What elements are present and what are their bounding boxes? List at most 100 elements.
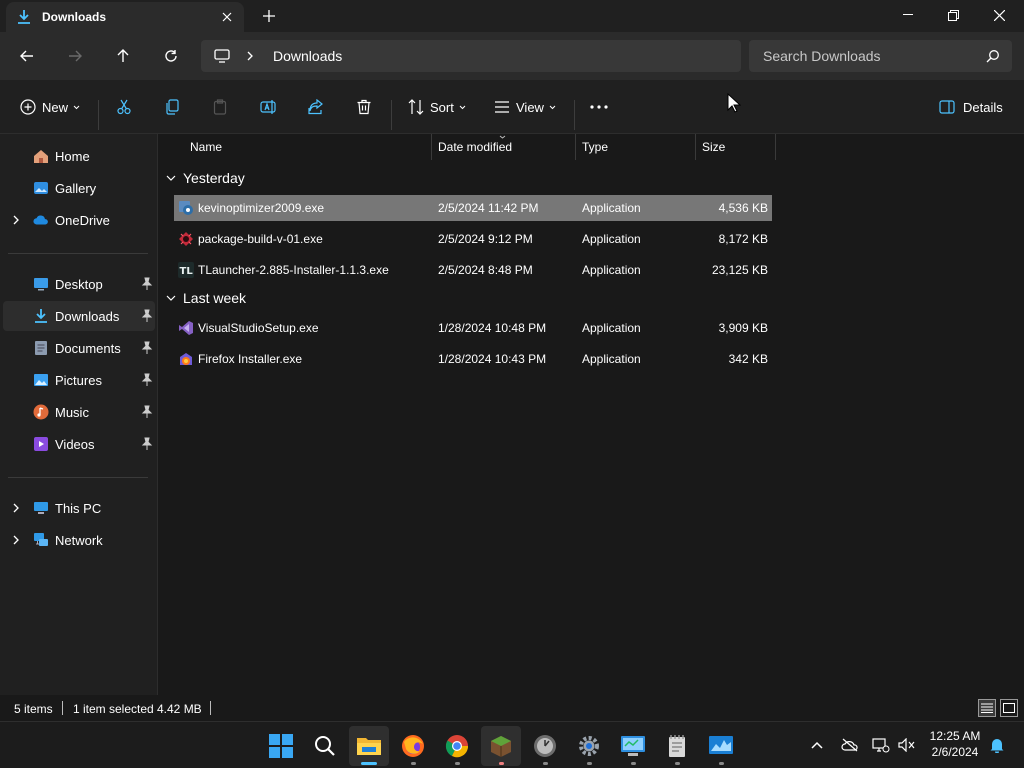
chevron-right-icon[interactable] <box>11 502 21 514</box>
mouse-cursor-icon <box>727 93 741 113</box>
taskbar-file-explorer[interactable] <box>349 726 389 766</box>
windows-logo-icon <box>269 734 293 758</box>
tray-onedrive[interactable] <box>839 734 861 756</box>
running-indicator <box>631 762 636 765</box>
sidebar-item-documents[interactable]: Documents <box>3 333 155 363</box>
notifications-button[interactable] <box>986 734 1008 756</box>
divider <box>391 100 392 130</box>
pictures-icon <box>33 372 49 388</box>
chevron-right-icon[interactable] <box>11 214 21 226</box>
more-options-button[interactable] <box>590 94 608 120</box>
delete-button[interactable] <box>356 94 372 120</box>
details-view-toggle[interactable] <box>978 699 996 717</box>
column-divider[interactable] <box>431 134 432 160</box>
table-row[interactable]: VisualStudioSetup.exe 1/28/2024 10:48 PM… <box>174 315 772 341</box>
table-row[interactable]: TL TLauncher-2.885-Installer-1.1.3.exe 2… <box>174 257 772 283</box>
taskbar-chrome[interactable] <box>437 726 477 766</box>
back-button[interactable] <box>13 44 41 68</box>
table-row[interactable]: package-build-v-01.exe 2/5/2024 9:12 PM … <box>174 226 772 252</box>
sidebar-item-network[interactable]: Network <box>3 525 155 555</box>
view-button[interactable]: View <box>494 94 556 120</box>
chevron-up-icon <box>811 741 823 749</box>
sidebar-item-downloads[interactable]: Downloads <box>3 301 155 331</box>
taskbar-control-panel[interactable] <box>613 726 653 766</box>
sidebar-item-label: Pictures <box>55 373 102 388</box>
new-button[interactable]: New <box>20 94 80 120</box>
share-button[interactable] <box>308 94 324 120</box>
system-clock[interactable]: 12:25 AM 2/6/2024 <box>920 728 990 760</box>
videos-icon <box>33 436 49 452</box>
forward-button[interactable] <box>61 44 89 68</box>
taskbar-resource-monitor[interactable] <box>701 726 741 766</box>
column-header-size[interactable]: Size <box>702 134 725 160</box>
up-button[interactable] <box>109 44 137 68</box>
refresh-button[interactable] <box>157 44 185 68</box>
downloads-icon <box>16 9 32 25</box>
search-input[interactable]: Search Downloads <box>763 48 881 64</box>
active-indicator <box>361 762 377 765</box>
column-header-name[interactable]: Name <box>190 134 222 160</box>
start-button[interactable] <box>261 726 301 766</box>
svg-text:TL: TL <box>180 266 194 277</box>
gallery-icon <box>33 180 49 196</box>
sidebar-item-desktop[interactable]: Desktop <box>3 269 155 299</box>
installer-gear-icon <box>179 201 193 215</box>
tray-network[interactable] <box>870 734 892 756</box>
rename-icon <box>260 100 276 114</box>
sidebar-item-this-pc[interactable]: This PC <box>3 493 155 523</box>
tab-downloads[interactable]: Downloads <box>6 2 244 32</box>
taskbar-clock-app[interactable] <box>525 726 565 766</box>
sidebar-item-music[interactable]: Music <box>3 397 155 427</box>
pin-icon[interactable] <box>141 437 153 451</box>
cut-button[interactable] <box>116 94 132 120</box>
close-tab-icon[interactable] <box>218 8 236 26</box>
table-row[interactable]: kevinoptimizer2009.exe 2/5/2024 11:42 PM… <box>174 195 772 221</box>
column-divider[interactable] <box>575 134 576 160</box>
sidebar-item-onedrive[interactable]: OneDrive <box>3 205 155 235</box>
sidebar-item-pictures[interactable]: Pictures <box>3 365 155 395</box>
taskbar-search-button[interactable] <box>305 726 345 766</box>
pin-icon[interactable] <box>141 341 153 355</box>
pin-icon[interactable] <box>141 373 153 387</box>
pin-icon[interactable] <box>141 405 153 419</box>
details-label: Details <box>963 99 1003 115</box>
running-indicator <box>455 762 460 765</box>
close-window-button[interactable] <box>976 0 1022 30</box>
sort-button[interactable]: Sort <box>408 94 466 120</box>
search-icon[interactable] <box>986 49 1000 63</box>
breadcrumb-downloads[interactable]: Downloads <box>273 48 342 64</box>
chevron-down-icon <box>459 105 466 109</box>
pin-icon[interactable] <box>141 309 153 323</box>
taskbar-firefox[interactable] <box>393 726 433 766</box>
copy-button[interactable] <box>164 94 180 120</box>
details-pane-button[interactable]: Details <box>939 94 1003 120</box>
minimize-button[interactable] <box>885 0 931 30</box>
restore-button[interactable] <box>930 0 976 30</box>
file-type: Application <box>582 201 641 215</box>
rename-button[interactable] <box>260 94 278 120</box>
selection-size: 4.42 MB <box>157 702 202 716</box>
chevron-right-icon[interactable] <box>247 51 257 61</box>
sidebar-item-videos[interactable]: Videos <box>3 429 155 459</box>
tray-volume[interactable] <box>896 734 918 756</box>
chevron-right-icon[interactable] <box>11 534 21 546</box>
group-header-last-week[interactable]: Last week <box>165 286 246 310</box>
group-header-yesterday[interactable]: Yesterday <box>165 166 245 190</box>
paste-button[interactable] <box>212 94 228 120</box>
table-row[interactable]: Firefox Installer.exe 1/28/2024 10:43 PM… <box>174 346 772 372</box>
sidebar-item-home[interactable]: Home <box>3 141 155 171</box>
pin-icon[interactable] <box>141 277 153 291</box>
column-divider[interactable] <box>775 134 776 160</box>
show-hidden-icons-button[interactable] <box>806 734 828 756</box>
search-box[interactable]: Search Downloads <box>749 40 1012 72</box>
taskbar-notepad[interactable] <box>657 726 697 766</box>
gear-icon <box>579 736 599 756</box>
taskbar-minecraft[interactable] <box>481 726 521 766</box>
new-tab-button[interactable] <box>258 6 280 26</box>
column-header-type[interactable]: Type <box>582 134 608 160</box>
address-bar[interactable]: Downloads <box>201 40 741 72</box>
taskbar-settings[interactable] <box>569 726 609 766</box>
column-divider[interactable] <box>695 134 696 160</box>
tiles-view-toggle[interactable] <box>1000 699 1018 717</box>
sidebar-item-gallery[interactable]: Gallery <box>3 173 155 203</box>
